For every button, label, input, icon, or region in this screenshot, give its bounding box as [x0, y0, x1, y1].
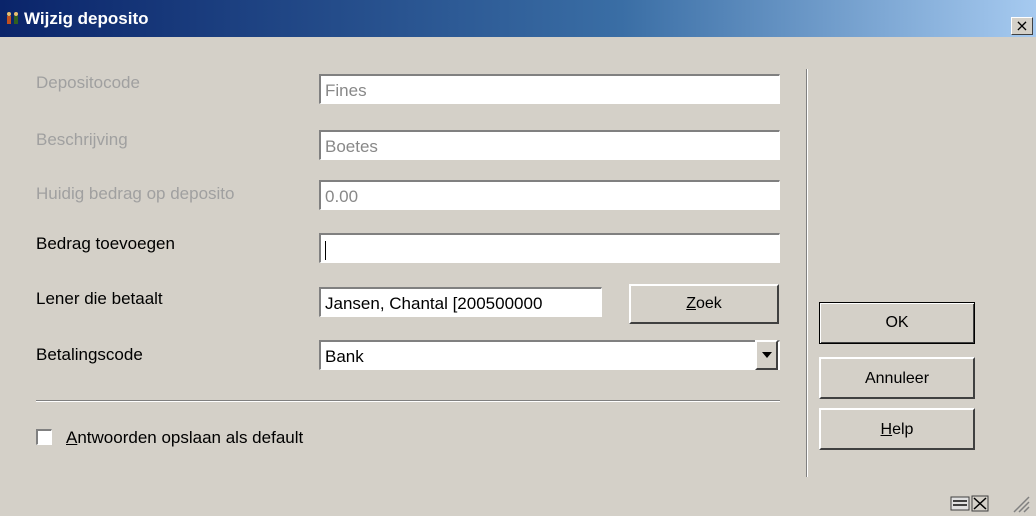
betalingscode-label: Betalingscode [36, 345, 143, 364]
huidig-bedrag-field: 0.00 [319, 180, 780, 210]
annuleer-button[interactable]: Annuleer [819, 357, 975, 399]
close-button[interactable]: × [1011, 17, 1033, 35]
huidig-bedrag-label: Huidig bedrag op deposito [36, 184, 235, 203]
resize-grip-icon[interactable] [1013, 496, 1030, 513]
chevron-down-icon[interactable] [755, 340, 778, 370]
depositocode-label: Depositocode [36, 73, 140, 92]
divider-horizontal [36, 400, 780, 402]
text-cursor [325, 241, 326, 261]
app-icon [7, 12, 18, 24]
divider-vertical [806, 69, 808, 477]
bedrag-toevoegen-input[interactable] [319, 233, 780, 263]
lener-label: Lener die betaalt [36, 289, 163, 308]
fullscreen-icon[interactable] [971, 495, 989, 512]
beschrijving-label: Beschrijving [36, 130, 128, 149]
ok-button[interactable]: OK [819, 302, 975, 344]
lener-input[interactable]: Jansen, Chantal [200500000 [319, 287, 602, 317]
depositocode-field: Fines [319, 74, 780, 104]
title-bar[interactable]: Wijzig deposito × [0, 0, 1036, 37]
betalingscode-select[interactable]: Bank [319, 340, 780, 370]
status-icons [950, 495, 1030, 513]
window-title: Wijzig deposito [24, 9, 149, 28]
zoek-button[interactable]: Zoek [629, 284, 779, 324]
keyboard-icon[interactable] [950, 496, 970, 511]
default-checkbox[interactable] [36, 429, 52, 445]
help-button[interactable]: Help [819, 408, 975, 450]
default-checkbox-label[interactable]: Antwoorden opslaan als default [66, 428, 303, 448]
close-icon: × [1015, 16, 1029, 35]
bedrag-toevoegen-label: Bedrag toevoegen [36, 234, 175, 253]
beschrijving-field: Boetes [319, 130, 780, 160]
